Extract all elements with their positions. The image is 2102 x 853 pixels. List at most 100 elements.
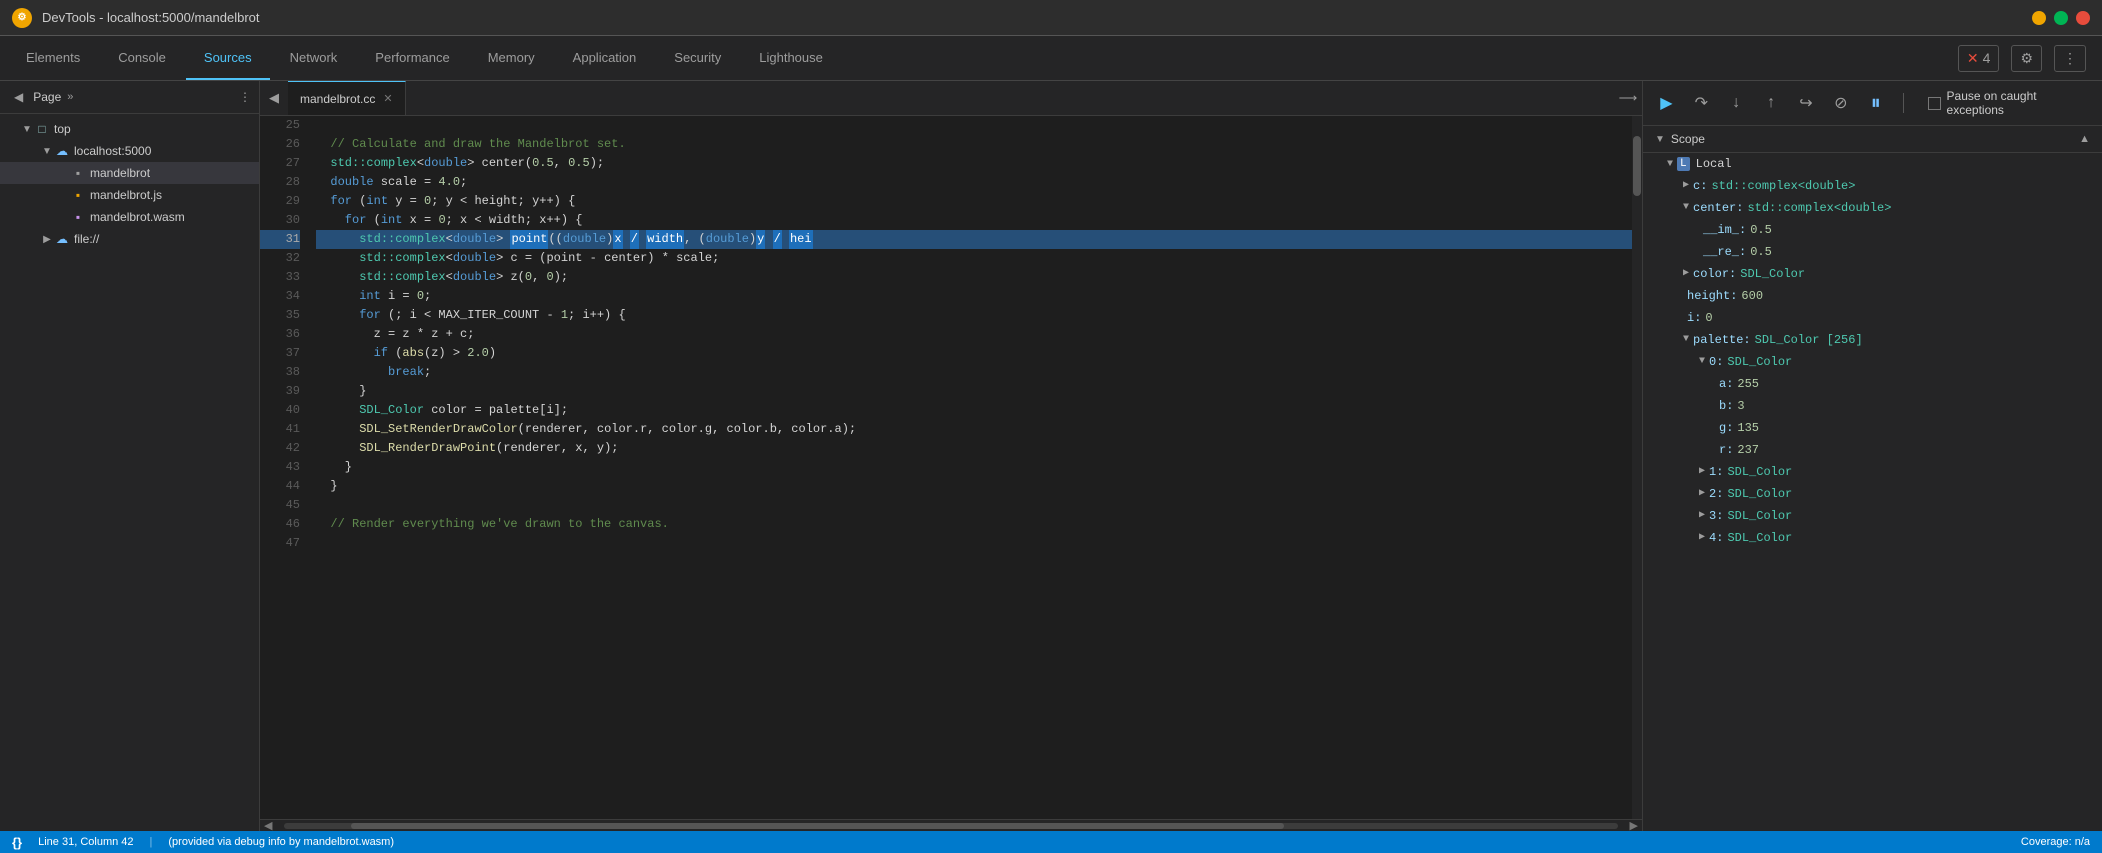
center-arrow: ▼ [1683, 199, 1689, 217]
scroll-thumb-vertical[interactable] [1633, 136, 1641, 196]
pause-button[interactable]: ⏸ [1864, 91, 1887, 115]
tree-item-mandelbrot-js[interactable]: ▪ mandelbrot.js [0, 184, 259, 206]
format-button[interactable]: ⟶ [1614, 81, 1642, 115]
scope-title: Scope [1671, 132, 1705, 146]
code-line-41: SDL_SetRenderDrawColor(renderer, color.r… [316, 420, 1632, 439]
step-out-button[interactable]: ↑ [1760, 91, 1783, 115]
scroll-left-btn[interactable]: ◀ [264, 819, 284, 831]
scope-item-color[interactable]: ▶ color: SDL_Color [1643, 263, 2102, 285]
scope-item-palette[interactable]: ▼ palette: SDL_Color [256] [1643, 329, 2102, 351]
app-icon: ⚙ [12, 8, 32, 28]
debug-toolbar: ▶ ↷ ↓ ↑ ↪ ⊘ ⏸ Pause on caught exceptions [1643, 81, 2102, 126]
close-button[interactable] [2076, 11, 2090, 25]
tree-item-mandelbrot-wasm[interactable]: ▪ mandelbrot.wasm [0, 206, 259, 228]
more-button[interactable]: ⋮ [2054, 45, 2086, 72]
code-line-42: SDL_RenderDrawPoint(renderer, x, y); [316, 439, 1632, 458]
scroll-thumb-horizontal[interactable] [351, 823, 1285, 829]
scroll-track-horizontal[interactable] [284, 823, 1618, 829]
palette-1-arrow: ▶ [1699, 463, 1705, 481]
step-button[interactable]: ↪ [1795, 91, 1818, 115]
settings-button[interactable]: ⚙ [2011, 45, 2042, 72]
tree-item-top[interactable]: ▼ □ top [0, 118, 259, 140]
tree-item-localhost[interactable]: ▼ ☁ localhost:5000 [0, 140, 259, 162]
palette-4-arrow: ▶ [1699, 529, 1705, 547]
tab-sources[interactable]: Sources [186, 36, 270, 80]
error-badge[interactable]: ✕ 4 [1958, 45, 2000, 72]
tab-memory[interactable]: Memory [470, 36, 553, 80]
scope-item-re[interactable]: __re_: 0.5 [1643, 241, 2102, 263]
code-tab-mandelbrot-cc[interactable]: mandelbrot.cc ✕ [288, 81, 406, 115]
scope-item-palette-2[interactable]: ▶ 2: SDL_Color [1643, 483, 2102, 505]
sidebar-expand-icon[interactable]: » [67, 91, 73, 103]
a-val: 255 [1737, 375, 1759, 393]
code-line-38: break; [316, 363, 1632, 382]
code-line-35: for (; i < MAX_ITER_COUNT - 1; i++) { [316, 306, 1632, 325]
height-key: height: [1687, 287, 1737, 305]
deactivate-breakpoints-button[interactable]: ⊘ [1829, 91, 1852, 115]
toolbar-separator [1903, 93, 1904, 113]
scope-item-height[interactable]: height: 600 [1643, 285, 2102, 307]
scope-item-g[interactable]: g: 135 [1643, 417, 2102, 439]
sidebar-back-button[interactable]: ◀ [8, 87, 29, 107]
palette-4-key: 4: [1709, 529, 1723, 547]
tab-bar: Elements Console Sources Network Perform… [0, 36, 2102, 81]
tree-arrow-file: ▶ [40, 232, 54, 246]
scroll-right-btn[interactable]: ▶ [1618, 819, 1638, 831]
tree-item-mandelbrot-cc[interactable]: ▪ mandelbrot [0, 162, 259, 184]
scope-item-c[interactable]: ▶ c: std::complex<double> [1643, 175, 2102, 197]
scope-item-im[interactable]: __im_: 0.5 [1643, 219, 2102, 241]
r-val: 237 [1737, 441, 1759, 459]
maximize-button[interactable] [2054, 11, 2068, 25]
horizontal-scrollbar[interactable]: ◀ ▶ [260, 819, 1642, 831]
center-key: center: [1693, 199, 1743, 217]
tab-performance[interactable]: Performance [357, 36, 467, 80]
c-val: std::complex<double> [1711, 177, 1855, 195]
palette-0-val: SDL_Color [1727, 353, 1792, 371]
scope-item-i[interactable]: i: 0 [1643, 307, 2102, 329]
scope-local-header[interactable]: ▼ L Local [1643, 153, 2102, 175]
navigate-back-button[interactable]: ◀ [260, 81, 288, 115]
resume-button[interactable]: ▶ [1655, 91, 1678, 115]
scope-item-palette-4[interactable]: ▶ 4: SDL_Color [1643, 527, 2102, 549]
scope-item-center[interactable]: ▼ center: std::complex<double> [1643, 197, 2102, 219]
step-over-button[interactable]: ↷ [1690, 91, 1713, 115]
scope-section-header[interactable]: ▼ Scope ▲ [1643, 126, 2102, 153]
code-body[interactable]: // Calculate and draw the Mandelbrot set… [308, 116, 1632, 819]
b-key: b: [1719, 397, 1733, 415]
palette-key: palette: [1693, 331, 1751, 349]
tab-lighthouse[interactable]: Lighthouse [741, 36, 841, 80]
palette-4-val: SDL_Color [1727, 529, 1792, 547]
sidebar-page-label: Page [33, 90, 61, 104]
tab-application[interactable]: Application [555, 36, 655, 80]
pause-exceptions-checkbox[interactable] [1928, 97, 1940, 110]
scope-section: ▼ Scope ▲ ▼ L Local ▶ c: std::complex<do… [1643, 126, 2102, 831]
tab-console[interactable]: Console [100, 36, 184, 80]
scope-item-a[interactable]: a: 255 [1643, 373, 2102, 395]
step-into-button[interactable]: ↓ [1725, 91, 1748, 115]
scope-collapse-btn[interactable]: ▲ [2079, 133, 2090, 145]
pause-exceptions-control: Pause on caught exceptions [1928, 89, 2090, 117]
code-scrollbar-vertical[interactable] [1632, 116, 1642, 819]
scope-item-palette-0[interactable]: ▼ 0: SDL_Color [1643, 351, 2102, 373]
tree-item-file[interactable]: ▶ ☁ file:// [0, 228, 259, 250]
palette-0-key: 0: [1709, 353, 1723, 371]
tree-arrow-none1 [56, 166, 70, 180]
sidebar: ◀ Page » ⋮ ▼ □ top ▼ ☁ localhost:5000 ▪ … [0, 81, 260, 831]
minimize-button[interactable] [2032, 11, 2046, 25]
status-source-info: (provided via debug info by mandelbrot.w… [168, 836, 394, 848]
scope-item-palette-3[interactable]: ▶ 3: SDL_Color [1643, 505, 2102, 527]
tab-network[interactable]: Network [272, 36, 356, 80]
scope-item-r[interactable]: r: 237 [1643, 439, 2102, 461]
window-controls[interactable] [2032, 11, 2090, 25]
format-button-icon[interactable]: {} [12, 835, 22, 850]
tree-label-mandelbrot-cc: mandelbrot [90, 166, 150, 180]
tab-elements[interactable]: Elements [8, 36, 98, 80]
tab-security[interactable]: Security [656, 36, 739, 80]
color-key: color: [1693, 265, 1736, 283]
tree-label-localhost: localhost:5000 [74, 144, 151, 158]
sidebar-more-button[interactable]: ⋮ [239, 90, 251, 104]
code-tab-close-button[interactable]: ✕ [383, 92, 392, 105]
scope-item-b[interactable]: b: 3 [1643, 395, 2102, 417]
scope-item-palette-1[interactable]: ▶ 1: SDL_Color [1643, 461, 2102, 483]
c-arrow: ▶ [1683, 177, 1689, 195]
